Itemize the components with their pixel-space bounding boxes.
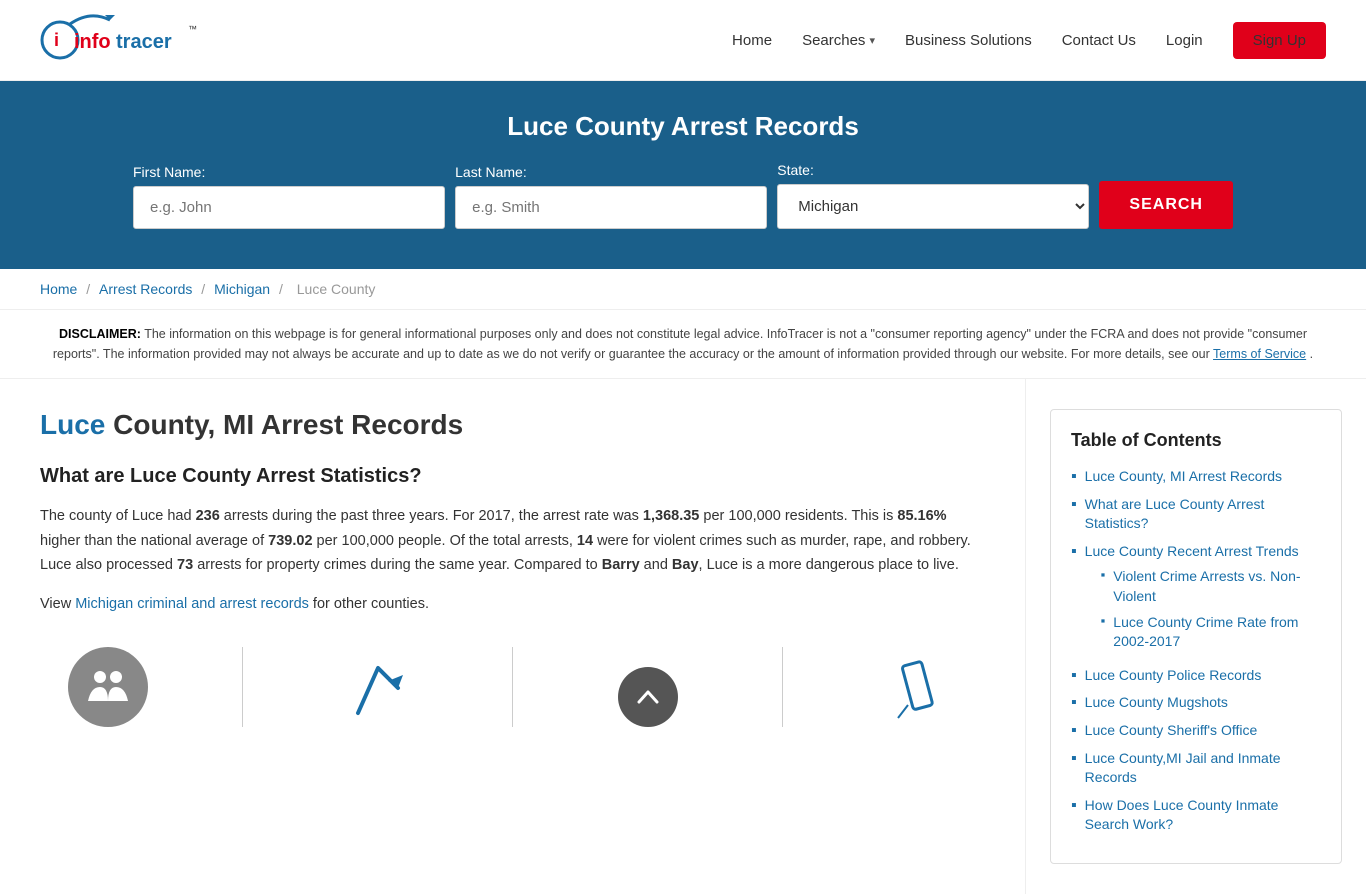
state-label: State:: [777, 162, 1089, 178]
toc-item-8: How Does Luce County Inmate Search Work?: [1071, 796, 1321, 835]
toc-link-4[interactable]: Luce County Police Records: [1085, 666, 1262, 686]
toc-sublink-1[interactable]: Violent Crime Arrests vs. Non-Violent: [1113, 567, 1321, 606]
icon-arrow-up: [310, 653, 445, 727]
people-icon: [68, 647, 148, 727]
first-name-group: First Name:: [133, 164, 445, 229]
last-name-input[interactable]: [455, 186, 767, 229]
first-name-label: First Name:: [133, 164, 445, 180]
header: i info tracer ™ Home Searches ▾ Business…: [0, 0, 1366, 81]
icon-divider3: [715, 647, 850, 727]
michigan-records-link[interactable]: Michigan criminal and arrest records: [75, 596, 309, 612]
toc-item-4: Luce County Police Records: [1071, 666, 1321, 686]
nav-business-solutions[interactable]: Business Solutions: [905, 32, 1032, 49]
toc-item-5: Luce County Mugshots: [1071, 693, 1321, 713]
compare2: Bay: [672, 557, 699, 573]
svg-text:i: i: [54, 30, 59, 50]
svg-text:info: info: [74, 31, 111, 53]
icon-pencil: [850, 653, 985, 727]
breadcrumb-arrest-records[interactable]: Arrest Records: [99, 281, 192, 297]
toc-link-6[interactable]: Luce County Sheriff's Office: [1085, 721, 1258, 741]
stat-higher-pct: 85.16%: [897, 508, 946, 524]
icon-divider2: [445, 647, 580, 727]
stat-violent-crimes: 14: [577, 533, 593, 549]
toc-item-1: Luce County, MI Arrest Records: [1071, 467, 1321, 487]
toc-link-5[interactable]: Luce County Mugshots: [1085, 693, 1228, 713]
disclaimer-label: DISCLAIMER:: [59, 327, 141, 341]
main-nav: Home Searches ▾ Business Solutions Conta…: [732, 22, 1326, 59]
paragraph2-suffix: for other counties.: [309, 596, 429, 612]
icon-people: [40, 647, 175, 727]
nav-home[interactable]: Home: [732, 32, 772, 49]
disclaimer-period: .: [1310, 347, 1313, 361]
toc-heading: Table of Contents: [1071, 430, 1321, 451]
nav-signup[interactable]: Sign Up: [1233, 22, 1326, 59]
stat-arrests: 236: [196, 508, 220, 524]
toc-box: Table of Contents Luce County, MI Arrest…: [1050, 409, 1342, 864]
first-name-input[interactable]: [133, 186, 445, 229]
icon-divider1: [175, 647, 310, 727]
nav-searches-label[interactable]: Searches: [802, 32, 865, 49]
paragraph2-prefix: View: [40, 596, 75, 612]
last-name-label: Last Name:: [455, 164, 767, 180]
disclaimer-text: The information on this webpage is for g…: [53, 327, 1307, 361]
breadcrumb-luce-county: Luce County: [297, 281, 376, 297]
section1-heading: What are Luce County Arrest Statistics?: [40, 465, 985, 488]
toc-sublist: Violent Crime Arrests vs. Non-Violent Lu…: [1101, 567, 1321, 651]
search-form: First Name: Last Name: State: Michigan S…: [133, 162, 1233, 229]
logo[interactable]: i info tracer ™: [40, 10, 200, 70]
main-container: Luce County, MI Arrest Records What are …: [0, 379, 1366, 894]
svg-text:™: ™: [188, 24, 197, 34]
toc-sublink-2[interactable]: Luce County Crime Rate from 2002-2017: [1113, 613, 1321, 652]
breadcrumb: Home / Arrest Records / Michigan / Luce …: [0, 269, 1366, 310]
breadcrumb-sep-1: /: [86, 281, 94, 297]
article-paragraph1: The county of Luce had 236 arrests durin…: [40, 504, 985, 578]
breadcrumb-sep-2: /: [201, 281, 209, 297]
icon-scroll-top[interactable]: [580, 667, 715, 727]
toc-list: Luce County, MI Arrest Records What are …: [1071, 467, 1321, 835]
toc-item-3: Luce County Recent Arrest Trends Violent…: [1071, 542, 1321, 658]
stat-national-avg: 739.02: [268, 533, 312, 549]
compare1: Barry: [602, 557, 640, 573]
disclaimer-tos-link[interactable]: Terms of Service: [1213, 347, 1306, 361]
article: Luce County, MI Arrest Records What are …: [0, 379, 1026, 894]
toc-link-1[interactable]: Luce County, MI Arrest Records: [1085, 467, 1282, 487]
search-button[interactable]: SEARCH: [1099, 181, 1233, 229]
toc-item-7: Luce County,MI Jail and Inmate Records: [1071, 749, 1321, 788]
nav-login[interactable]: Login: [1166, 32, 1203, 49]
state-select[interactable]: Michigan: [777, 184, 1089, 229]
toc-link-7[interactable]: Luce County,MI Jail and Inmate Records: [1085, 749, 1321, 788]
scroll-top-button[interactable]: [618, 667, 678, 727]
article-title-rest: County, MI Arrest Records: [105, 409, 463, 440]
stat-rate: 1,368.35: [643, 508, 699, 524]
hero-section: Luce County Arrest Records First Name: L…: [0, 81, 1366, 269]
svg-text:tracer: tracer: [116, 31, 172, 53]
state-group: State: Michigan: [777, 162, 1089, 229]
toc-link-8[interactable]: How Does Luce County Inmate Search Work?: [1085, 796, 1321, 835]
disclaimer: DISCLAIMER: The information on this webp…: [0, 310, 1366, 379]
last-name-group: Last Name:: [455, 164, 767, 229]
article-paragraph2: View Michigan criminal and arrest record…: [40, 592, 985, 617]
toc-subitem-2: Luce County Crime Rate from 2002-2017: [1101, 613, 1321, 652]
breadcrumb-michigan[interactable]: Michigan: [214, 281, 270, 297]
nav-contact-us[interactable]: Contact Us: [1062, 32, 1136, 49]
hero-title: Luce County Arrest Records: [40, 111, 1326, 142]
sidebar: Table of Contents Luce County, MI Arrest…: [1026, 379, 1366, 894]
breadcrumb-sep-3: /: [279, 281, 287, 297]
stat-property-crimes: 73: [177, 557, 193, 573]
icons-row: [40, 637, 985, 727]
nav-searches[interactable]: Searches ▾: [802, 32, 875, 49]
toc-link-2[interactable]: What are Luce County Arrest Statistics?: [1085, 495, 1321, 534]
toc-subitem-1: Violent Crime Arrests vs. Non-Violent: [1101, 567, 1321, 606]
toc-link-3[interactable]: Luce County Recent Arrest Trends: [1085, 543, 1299, 559]
toc-item-6: Luce County Sheriff's Office: [1071, 721, 1321, 741]
toc-item-2: What are Luce County Arrest Statistics?: [1071, 495, 1321, 534]
article-title-highlight: Luce: [40, 409, 105, 440]
article-title: Luce County, MI Arrest Records: [40, 409, 985, 441]
breadcrumb-home[interactable]: Home: [40, 281, 77, 297]
chevron-down-icon: ▾: [869, 34, 875, 47]
